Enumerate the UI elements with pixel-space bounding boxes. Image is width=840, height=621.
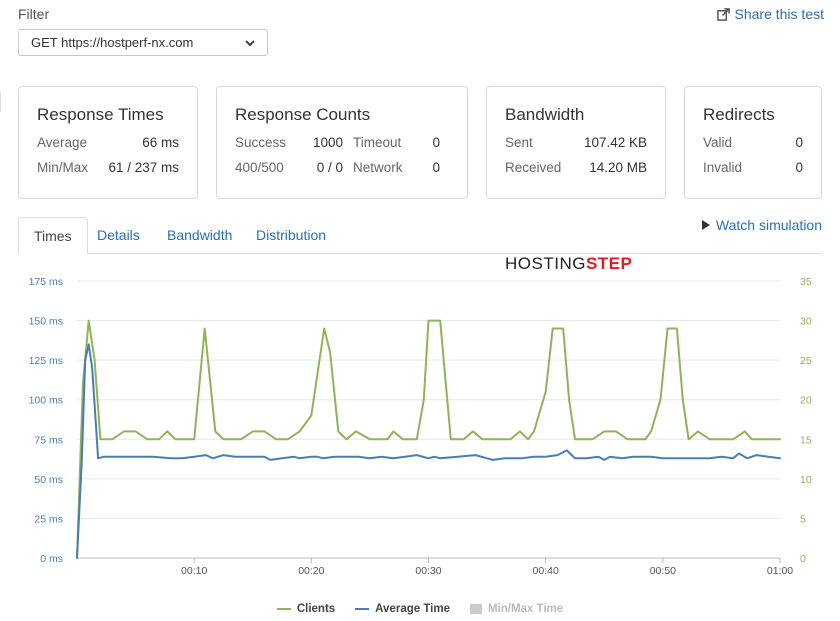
sent-value: 107.42 KB bbox=[583, 135, 647, 150]
legend-average-time[interactable]: Average Time bbox=[355, 603, 450, 615]
watch-simulation-label: Watch simulation bbox=[715, 217, 822, 233]
received-value: 14.20 MB bbox=[589, 160, 647, 175]
share-test-label: Share this test bbox=[734, 6, 825, 22]
y-left-tick-label: 75 ms bbox=[34, 434, 63, 446]
filter-label: Filter bbox=[18, 6, 50, 22]
card-title: Redirects bbox=[703, 105, 775, 124]
success-label: Success bbox=[235, 135, 287, 150]
network-label: Network bbox=[353, 160, 403, 175]
x-tick-label: 00:30 bbox=[415, 565, 441, 577]
y-left-tick-label: 25 ms bbox=[34, 513, 63, 525]
sent-label: Sent bbox=[505, 135, 533, 150]
valid-label: Valid bbox=[703, 135, 733, 150]
y-right-tick-label: 15 bbox=[800, 434, 812, 446]
legend-minmax-swatch bbox=[469, 604, 482, 614]
success-value: 1000 bbox=[312, 135, 343, 150]
x-tick-label: 00:50 bbox=[650, 565, 676, 577]
legend-average-swatch bbox=[355, 608, 370, 610]
response-counts-card: Response Counts Success 1000 Timeout 0 4… bbox=[216, 86, 468, 199]
share-test-link[interactable]: Share this test bbox=[716, 6, 825, 22]
y-left-tick-label: 50 ms bbox=[34, 474, 63, 486]
minmax-label: Min/Max bbox=[37, 160, 89, 175]
card-title: Response Times bbox=[37, 105, 164, 124]
average-value: 66 ms bbox=[142, 135, 179, 150]
legend-minmax-label: Min/Max Time bbox=[487, 603, 564, 615]
share-external-icon bbox=[716, 7, 730, 21]
card-title: Bandwidth bbox=[505, 105, 585, 124]
chevron-down-icon bbox=[245, 39, 255, 46]
play-icon bbox=[701, 220, 710, 230]
y-left-tick-label: 150 ms bbox=[29, 316, 63, 328]
legend-average-label: Average Time bbox=[375, 603, 450, 615]
average-time-series-line bbox=[76, 343, 781, 559]
legend-minmax-time[interactable]: Min/Max Time bbox=[469, 603, 564, 615]
y-left-tick-label: 175 ms bbox=[29, 276, 63, 288]
bandwidth-card: Bandwidth Sent 107.42 KB Received 14.20 … bbox=[486, 86, 666, 199]
legend-clients[interactable]: Clients bbox=[276, 603, 336, 615]
average-label: Average bbox=[37, 135, 88, 150]
request-filter-select[interactable]: GET https://hostperf-nx.com bbox=[18, 29, 268, 56]
invalid-value: 0 bbox=[795, 160, 803, 175]
left-edge-marker bbox=[0, 92, 6, 112]
invalid-label: Invalid bbox=[703, 160, 743, 175]
timeout-label: Timeout bbox=[353, 135, 402, 150]
redirects-card: Redirects Valid 0 Invalid 0 bbox=[684, 86, 822, 199]
valid-value: 0 bbox=[795, 135, 803, 150]
error-value: 0 / 0 bbox=[316, 160, 343, 175]
received-label: Received bbox=[505, 160, 562, 175]
y-left-tick-label: 0 ms bbox=[40, 553, 63, 565]
legend-clients-swatch bbox=[276, 608, 291, 610]
card-title: Response Counts bbox=[235, 105, 371, 124]
response-times-chart: 0 ms 0 25 ms 5 50 ms 10 75 ms 15 100 ms 20 125 ms 2… bbox=[29, 276, 812, 577]
timeout-value: 0 bbox=[432, 135, 440, 150]
y-right-tick-label: 25 bbox=[800, 355, 812, 367]
y-left-tick-label: 125 ms bbox=[29, 355, 63, 367]
x-tick-label: 00:40 bbox=[533, 565, 559, 577]
y-right-tick-label: 35 bbox=[800, 276, 812, 288]
legend-clients-label: Clients bbox=[296, 603, 336, 615]
error-label: 400/500 bbox=[235, 160, 284, 175]
watch-simulation-link[interactable]: Watch simulation bbox=[701, 217, 822, 233]
y-right-tick-label: 0 bbox=[800, 553, 806, 565]
minmax-value: 61 / 237 ms bbox=[108, 160, 179, 175]
network-value: 0 bbox=[432, 160, 440, 175]
tab-times[interactable]: Times bbox=[18, 217, 88, 255]
x-tick-label: 00:20 bbox=[298, 565, 324, 577]
tab-distribution[interactable]: Distribution bbox=[241, 217, 341, 255]
tab-bandwidth[interactable]: Bandwidth bbox=[152, 217, 247, 255]
x-tick-label: 01:00 bbox=[767, 565, 793, 577]
response-times-card: Response Times Average 66 ms Min/Max 61 … bbox=[18, 86, 198, 199]
y-right-tick-label: 30 bbox=[800, 316, 812, 328]
x-tick-label: 00:10 bbox=[181, 565, 207, 577]
chart-legend: Clients Average Time Min/Max Time bbox=[0, 603, 840, 615]
y-right-tick-label: 20 bbox=[800, 395, 812, 407]
y-left-tick-label: 100 ms bbox=[29, 395, 63, 407]
request-filter-value: GET https://hostperf-nx.com bbox=[31, 35, 194, 50]
tab-details[interactable]: Details bbox=[82, 217, 155, 255]
y-right-tick-label: 10 bbox=[800, 474, 812, 486]
y-right-tick-label: 5 bbox=[800, 513, 806, 525]
